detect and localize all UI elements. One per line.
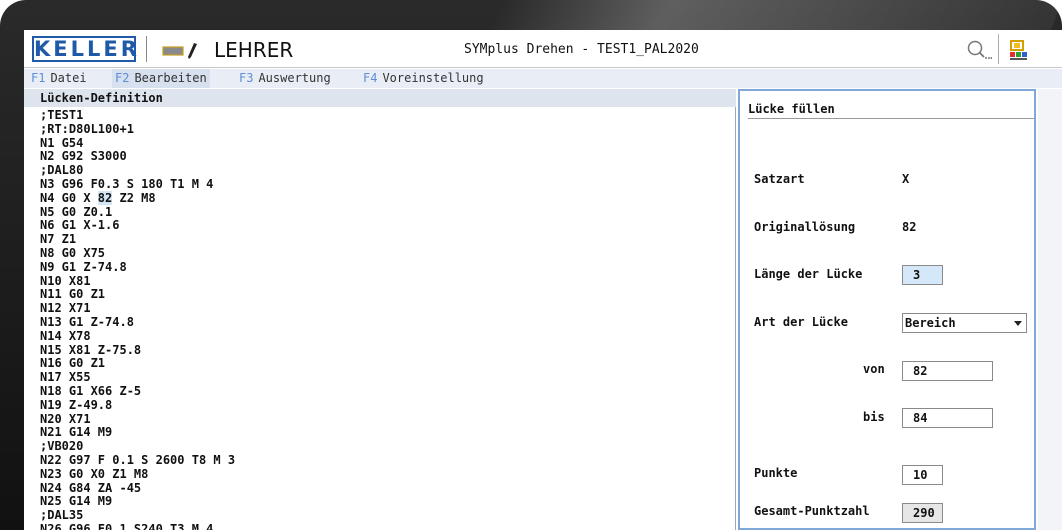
title-bar: KELLER LEHRER SYMplus Drehen - TEST1_PAL…: [24, 30, 1062, 68]
code-line[interactable]: N2 G92 S3000: [40, 150, 730, 164]
code-line[interactable]: N25 G14 M9: [40, 495, 730, 509]
satzart-label: Satzart: [754, 172, 805, 186]
code-line[interactable]: N26 G96 F0.1 S240 T3 M 4: [40, 522, 730, 530]
art-label: Art der Lücke: [754, 315, 848, 329]
pencil-icon[interactable]: [162, 41, 198, 59]
code-line[interactable]: N22 G97 F 0.1 S 2600 T8 M 3: [40, 453, 730, 468]
gap-fill-panel: Lücke füllen Satzart X Originallösung 82…: [738, 89, 1036, 530]
menu-label: Auswertung: [258, 71, 331, 85]
title-divider: [146, 36, 147, 62]
code-line[interactable]: N17 X55: [40, 370, 730, 385]
code-line[interactable]: N9 G1 Z-74.8: [40, 260, 730, 275]
code-line[interactable]: ;VB020: [40, 439, 730, 454]
bis-input[interactable]: 84: [902, 408, 993, 428]
von-input[interactable]: 82: [902, 361, 993, 381]
art-select-value: Bereich: [905, 316, 956, 330]
von-label: von: [863, 362, 885, 376]
keller-logo: KELLER: [32, 36, 140, 62]
right-side-strip: [1038, 89, 1062, 530]
punkte-label: Punkte: [754, 466, 798, 480]
code-line[interactable]: N10 X81: [40, 274, 730, 289]
originalloesung-label: Originallösung: [754, 220, 856, 234]
code-line[interactable]: ;DAL80: [40, 163, 730, 178]
menu-key: F2: [115, 71, 130, 85]
menu-bar: F1 Datei F2 Bearbeiten F3 Auswertung F4 Vore…: [24, 69, 1062, 88]
bis-label: bis: [863, 410, 885, 424]
code-line[interactable]: N24 G84 ZA -45: [40, 481, 730, 496]
menu-label: Datei: [50, 71, 87, 85]
art-select[interactable]: Bereich: [902, 313, 1027, 333]
code-line[interactable]: N14 X78: [40, 329, 730, 344]
code-line[interactable]: N5 G0 Z0.1: [40, 205, 730, 220]
menu-key: F1: [31, 71, 46, 85]
code-line[interactable]: N19 Z-49.8: [40, 398, 730, 413]
menu-key: F3: [239, 71, 254, 85]
app-title: SYMplus Drehen - TEST1_PAL2020: [464, 42, 699, 57]
punkte-input[interactable]: 10: [902, 465, 943, 485]
menu-bearbeiten[interactable]: F2 Bearbeiten: [112, 69, 210, 88]
code-line[interactable]: N20 X71: [40, 412, 730, 427]
code-line[interactable]: N16 G0 Z1: [40, 357, 730, 371]
menu-key: F4: [363, 71, 378, 85]
chevron-down-icon[interactable]: [1014, 321, 1022, 326]
toolbar-divider: [998, 34, 999, 64]
satzart-value: X: [902, 172, 910, 186]
gesamt-label: Gesamt-Punktzahl: [754, 504, 870, 518]
menu-voreinstellung[interactable]: F4 Voreinstellung: [360, 69, 487, 88]
code-line[interactable]: ;TEST1: [40, 108, 730, 123]
menu-label: Voreinstellung: [382, 71, 484, 85]
nc-program-listing[interactable]: ;TEST1 ;RT:D80L100+1 N1 G54 N2 G92 S3000 ;DA…: [40, 108, 730, 530]
code-line[interactable]: N1 G54: [40, 136, 730, 151]
code-line[interactable]: N8 G0 X75: [40, 246, 730, 261]
search-icon[interactable]: [966, 39, 992, 61]
code-line[interactable]: ;RT:D80L100+1: [40, 122, 730, 137]
code-line[interactable]: N4 G0 X 82 Z2 M8: [40, 190, 730, 206]
code-line[interactable]: N21 G14 M9: [40, 426, 730, 440]
user-role: LEHRER: [214, 38, 294, 62]
menu-datei[interactable]: F1 Datei: [28, 69, 90, 88]
menu-auswertung[interactable]: F3 Auswertung: [236, 69, 334, 88]
tool-icon[interactable]: [1008, 38, 1030, 62]
application-window: KELLER LEHRER SYMplus Drehen - TEST1_PAL…: [24, 30, 1062, 530]
laenge-input[interactable]: 3: [902, 265, 943, 285]
code-line[interactable]: N23 G0 X0 Z1 M8: [40, 467, 730, 482]
code-line[interactable]: N13 G1 Z-74.8: [40, 315, 730, 330]
code-line[interactable]: N11 G0 Z1: [40, 288, 730, 302]
code-line[interactable]: N12 X71: [40, 301, 730, 316]
code-panel: Lücken-Definition ;TEST1 ;RT:D80L100+1 N1 …: [24, 89, 736, 530]
gap-highlight: 82: [97, 190, 113, 205]
code-line[interactable]: N18 G1 X66 Z-5: [40, 384, 730, 399]
originalloesung-value: 82: [902, 220, 917, 234]
monitor-bezel: KELLER LEHRER SYMplus Drehen - TEST1_PAL…: [0, 0, 1062, 530]
code-line[interactable]: ;DAL35: [40, 508, 730, 523]
code-line[interactable]: N6 G1 X-1.6: [40, 219, 730, 233]
code-line[interactable]: N7 Z1: [40, 232, 730, 247]
menu-label: Bearbeiten: [134, 71, 207, 85]
code-line[interactable]: N15 X81 Z-75.8: [40, 343, 730, 358]
gap-fill-title: Lücke füllen: [748, 99, 1034, 119]
code-panel-title: Lücken-Definition: [24, 89, 736, 107]
laenge-label: Länge der Lücke: [754, 267, 863, 281]
gesamt-value: 290: [902, 503, 943, 523]
code-line[interactable]: N3 G96 F0.3 S 180 T1 M 4: [40, 177, 730, 192]
